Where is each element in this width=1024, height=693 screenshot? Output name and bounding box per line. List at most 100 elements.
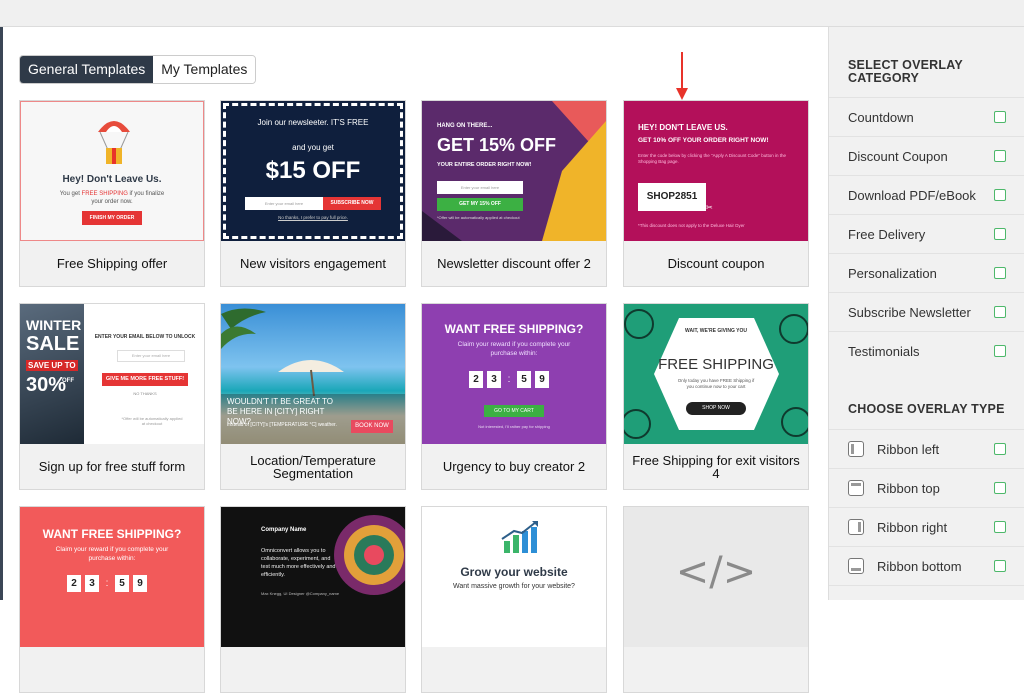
category-checkbox[interactable] — [994, 150, 1006, 162]
countdown-digit: 3 — [487, 371, 501, 388]
type-option-ribbon-bottom[interactable]: Ribbon bottom — [829, 546, 1024, 585]
card-background-shapes — [422, 101, 606, 241]
template-thumbnail: Company Name Omniconvert allows you to c… — [221, 507, 405, 647]
category-checkbox[interactable] — [994, 189, 1006, 201]
category-option-testimonials[interactable]: Testimonials — [829, 331, 1024, 370]
category-option-personalization[interactable]: Personalization — [829, 253, 1024, 292]
card-title: Sign up for free stuff form — [38, 459, 186, 474]
category-checkbox[interactable] — [994, 267, 1006, 279]
card-subtext: YOUR ENTIRE ORDER RIGHT NOW! — [437, 162, 532, 168]
countdown-digits: 2 3 : 5 9 — [67, 575, 147, 592]
ribbon-right-icon — [848, 519, 864, 535]
template-card-location-temperature[interactable]: WOULDN'T IT BE GREAT TO BE HERE IN [CITY… — [220, 303, 406, 490]
category-label: Download PDF/eBook — [848, 187, 976, 203]
template-card-new-visitors[interactable]: Join our newsleeter. IT'S FREE and you g… — [220, 100, 406, 287]
card-cta: BOOK NOW — [351, 420, 393, 433]
card-cta: GIVE ME MORE FREE STUFF! — [102, 373, 188, 386]
category-checkbox[interactable] — [994, 111, 1006, 123]
template-thumbnail: Grow your website Want massive growth fo… — [422, 507, 606, 647]
countdown-digits: 2 3 : 5 9 — [469, 371, 549, 388]
card-title: Newsletter discount offer 2 — [437, 256, 591, 271]
template-tabs: General Templates My Templates — [19, 55, 257, 84]
template-thumbnail: WOULDN'T IT BE GREAT TO BE HERE IN [CITY… — [221, 304, 405, 444]
card-off: OFF — [62, 378, 74, 384]
card-subtext: Instead of [CITY]'s [TEMPERATURE °C] wea… — [227, 422, 337, 428]
red-arrow-icon — [676, 52, 688, 100]
card-title — [422, 647, 606, 692]
template-card-sign-up-free-stuff[interactable]: WINTER SALE SAVE UP TO 30% OFF ENTER YOU… — [19, 303, 205, 490]
scissors-icon: ✂ — [706, 203, 713, 212]
category-option-discount-coupon[interactable]: Discount Coupon — [829, 136, 1024, 175]
card-heading: HEY! DON'T LEAVE US. — [638, 123, 728, 132]
type-checkbox[interactable] — [994, 521, 1006, 533]
category-checkbox[interactable] — [994, 345, 1006, 357]
ribbon-bottom-icon — [848, 558, 864, 574]
card-subtext: GET 10% OFF YOUR ORDER RIGHT NOW! — [638, 137, 769, 144]
type-checkbox[interactable] — [994, 560, 1006, 572]
countdown-digit: 2 — [469, 371, 483, 388]
card-big-1: WINTER — [26, 317, 82, 333]
category-option-free-delivery[interactable]: Free Delivery — [829, 214, 1024, 253]
palm-tree-icon — [221, 308, 266, 349]
card-heading: ENTER YOUR EMAIL BELOW TO UNLOCK — [94, 334, 196, 340]
card-pattern — [624, 309, 808, 439]
card-title: Free Shipping offer — [56, 256, 168, 271]
card-cta: SUBSCRIBE NOW — [323, 197, 381, 210]
card-heading: WANT FREE SHIPPING? — [42, 527, 182, 541]
category-checkbox[interactable] — [994, 228, 1006, 240]
card-decline: NO THANKS — [133, 391, 157, 396]
tab-general-templates[interactable]: General Templates — [20, 56, 154, 83]
browser-top-bar — [0, 0, 1024, 27]
card-heading: Join our newsleeter. IT'S FREE — [257, 118, 369, 127]
type-option-ribbon-right[interactable]: Ribbon right — [829, 507, 1024, 546]
card-kicker: HANG ON THERE... — [437, 123, 493, 129]
mandala-icon — [334, 515, 405, 595]
template-card-urgency-to-buy-2[interactable]: WANT FREE SHIPPING? Claim your reward if… — [421, 303, 607, 490]
card-subtext: Want massive growth for your website? — [453, 583, 575, 590]
type-option-next[interactable] — [829, 585, 1024, 624]
coupon-code: SHOP2851 — [636, 181, 708, 213]
card-cta: SHOP NOW — [686, 402, 746, 415]
countdown-digit: 9 — [535, 371, 549, 388]
filter-sidebar: SELECT OVERLAY CATEGORY Countdown Discou… — [828, 27, 1024, 600]
category-label: Personalization — [848, 265, 937, 281]
countdown-digit: 5 — [517, 371, 531, 388]
beach-umbrella-icon — [278, 360, 344, 396]
type-checkbox[interactable] — [994, 443, 1006, 455]
countdown-digit: 5 — [115, 575, 129, 592]
card-heading: Grow your website — [460, 565, 568, 579]
card-heading: WANT FREE SHIPPING? — [444, 322, 584, 336]
card-title — [221, 647, 405, 692]
ribbon-left-icon — [848, 441, 864, 457]
template-thumbnail: </> — [624, 507, 808, 647]
category-label: Countdown — [848, 109, 914, 125]
template-thumbnail: WINTER SALE SAVE UP TO 30% OFF ENTER YOU… — [20, 304, 204, 444]
category-option-download-pdf[interactable]: Download PDF/eBook — [829, 175, 1024, 214]
card-heading: Hey! Don't Leave Us. — [62, 174, 162, 185]
category-checkbox[interactable] — [994, 306, 1006, 318]
card-body: Enter the code below by clicking the "Ap… — [638, 153, 787, 164]
card-heading: FREE SHIPPING — [658, 356, 774, 373]
card-title: Location/Temperature Segmentation — [250, 452, 376, 481]
card-cta: GET MY 15% OFF — [437, 198, 523, 211]
card-title: Free Shipping for exit visitors 4 — [632, 452, 800, 481]
card-note: Not interested, I'll rather pay for ship… — [478, 424, 550, 429]
card-offer: GET 15% OFF — [437, 135, 557, 155]
type-option-ribbon-left[interactable]: Ribbon left — [829, 429, 1024, 468]
template-card-newsletter-discount-2[interactable]: HANG ON THERE... GET 15% OFF YOUR ENTIRE… — [421, 100, 607, 287]
card-note: *Offer will be automatically applied at … — [121, 416, 183, 426]
template-card-free-shipping-offer[interactable]: Hey! Don't Leave Us. You get FREE SHIPPI… — [19, 100, 205, 287]
countdown-digit: 2 — [67, 575, 81, 592]
card-note: *Offer will be automatically applied at … — [437, 215, 520, 220]
template-card-free-shipping-exit-4[interactable]: WAIT, WE'RE GIVING YOU FREE SHIPPING Onl… — [623, 303, 809, 490]
card-company: Company Name — [261, 527, 307, 533]
template-card-discount-coupon[interactable]: HEY! DON'T LEAVE US. GET 10% OFF YOUR OR… — [623, 100, 809, 287]
card-subtext-highlight: FREE SHIPPING — [81, 191, 128, 197]
tab-my-templates[interactable]: My Templates — [153, 56, 256, 83]
type-option-ribbon-top[interactable]: Ribbon top — [829, 468, 1024, 507]
type-checkbox[interactable] — [994, 482, 1006, 494]
parachute-gift-icon — [98, 121, 130, 164]
category-option-subscribe-newsletter[interactable]: Subscribe Newsletter — [829, 292, 1024, 331]
card-cta: FINISH MY ORDER — [82, 211, 142, 225]
category-option-countdown[interactable]: Countdown — [829, 97, 1024, 136]
